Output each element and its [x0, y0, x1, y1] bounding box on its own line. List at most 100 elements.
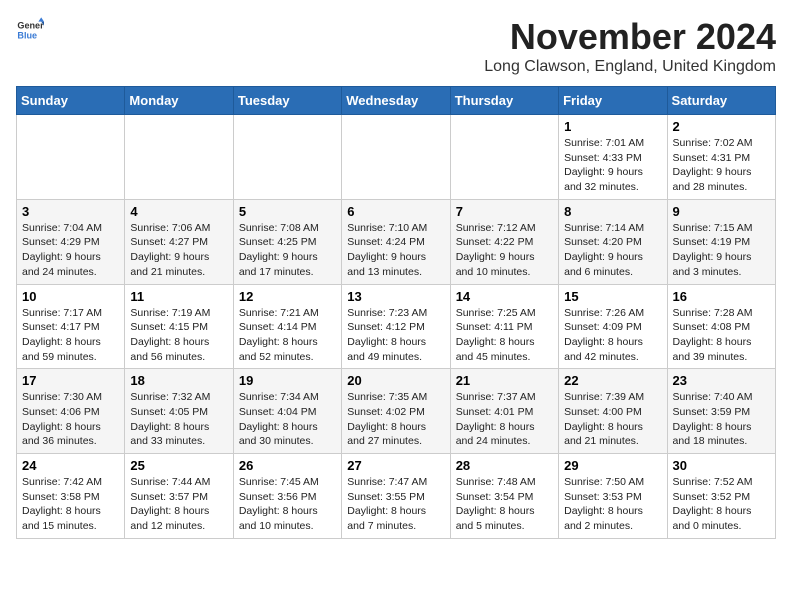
- day-info: Sunrise: 7:42 AM Sunset: 3:58 PM Dayligh…: [22, 475, 119, 534]
- week-row-5: 24 Sunrise: 7:42 AM Sunset: 3:58 PM Dayli…: [17, 454, 776, 539]
- day-number: 24: [22, 458, 119, 473]
- day-info: Sunrise: 7:21 AM Sunset: 4:14 PM Dayligh…: [239, 306, 336, 365]
- day-number: 30: [673, 458, 770, 473]
- day-number: 12: [239, 289, 336, 304]
- day-number: 9: [673, 204, 770, 219]
- calendar-cell: 29 Sunrise: 7:50 AM Sunset: 3:53 PM Dayli…: [559, 454, 667, 539]
- week-row-2: 3 Sunrise: 7:04 AM Sunset: 4:29 PM Daylig…: [17, 199, 776, 284]
- weekday-header-friday: Friday: [559, 87, 667, 115]
- weekday-header-row: SundayMondayTuesdayWednesdayThursdayFrid…: [17, 87, 776, 115]
- day-info: Sunrise: 7:32 AM Sunset: 4:05 PM Dayligh…: [130, 390, 227, 449]
- day-number: 20: [347, 373, 444, 388]
- day-number: 18: [130, 373, 227, 388]
- svg-text:Blue: Blue: [17, 30, 37, 40]
- day-number: 23: [673, 373, 770, 388]
- day-number: 10: [22, 289, 119, 304]
- calendar-cell: 17 Sunrise: 7:30 AM Sunset: 4:06 PM Dayli…: [17, 369, 125, 454]
- calendar-cell: 30 Sunrise: 7:52 AM Sunset: 3:52 PM Dayli…: [667, 454, 775, 539]
- day-number: 28: [456, 458, 553, 473]
- day-info: Sunrise: 7:10 AM Sunset: 4:24 PM Dayligh…: [347, 221, 444, 280]
- day-number: 13: [347, 289, 444, 304]
- calendar-cell: 5Sunrise: 7:08 AM Sunset: 4:25 PM Daylig…: [233, 199, 341, 284]
- day-info: Sunrise: 7:17 AM Sunset: 4:17 PM Dayligh…: [22, 306, 119, 365]
- day-number: 25: [130, 458, 227, 473]
- week-row-1: 1 Sunrise: 7:01 AM Sunset: 4:33 PM Daylig…: [17, 115, 776, 200]
- day-number: 21: [456, 373, 553, 388]
- day-info: Sunrise: 7:47 AM Sunset: 3:55 PM Dayligh…: [347, 475, 444, 534]
- day-info: Sunrise: 7:12 AM Sunset: 4:22 PM Dayligh…: [456, 221, 553, 280]
- calendar-cell: 22Sunrise: 7:39 AM Sunset: 4:00 PM Dayli…: [559, 369, 667, 454]
- calendar-cell: 27 Sunrise: 7:47 AM Sunset: 3:55 PM Dayli…: [342, 454, 450, 539]
- day-number: 2: [673, 119, 770, 134]
- calendar-cell: 18 Sunrise: 7:32 AM Sunset: 4:05 PM Dayli…: [125, 369, 233, 454]
- calendar-cell: 21Sunrise: 7:37 AM Sunset: 4:01 PM Dayli…: [450, 369, 558, 454]
- day-number: 6: [347, 204, 444, 219]
- day-info: Sunrise: 7:34 AM Sunset: 4:04 PM Dayligh…: [239, 390, 336, 449]
- calendar-cell: 7Sunrise: 7:12 AM Sunset: 4:22 PM Daylig…: [450, 199, 558, 284]
- calendar-cell: 9 Sunrise: 7:15 AM Sunset: 4:19 PM Daylig…: [667, 199, 775, 284]
- day-info: Sunrise: 7:45 AM Sunset: 3:56 PM Dayligh…: [239, 475, 336, 534]
- day-number: 19: [239, 373, 336, 388]
- day-info: Sunrise: 7:04 AM Sunset: 4:29 PM Dayligh…: [22, 221, 119, 280]
- calendar-cell: 19 Sunrise: 7:34 AM Sunset: 4:04 PM Dayli…: [233, 369, 341, 454]
- day-info: Sunrise: 7:48 AM Sunset: 3:54 PM Dayligh…: [456, 475, 553, 534]
- calendar-cell: 16Sunrise: 7:28 AM Sunset: 4:08 PM Dayli…: [667, 284, 775, 369]
- calendar-table: SundayMondayTuesdayWednesdayThursdayFrid…: [16, 86, 776, 539]
- day-number: 27: [347, 458, 444, 473]
- week-row-3: 10 Sunrise: 7:17 AM Sunset: 4:17 PM Dayli…: [17, 284, 776, 369]
- calendar-cell: 24 Sunrise: 7:42 AM Sunset: 3:58 PM Dayli…: [17, 454, 125, 539]
- weekday-header-sunday: Sunday: [17, 87, 125, 115]
- day-info: Sunrise: 7:14 AM Sunset: 4:20 PM Dayligh…: [564, 221, 661, 280]
- calendar-cell: 1 Sunrise: 7:01 AM Sunset: 4:33 PM Daylig…: [559, 115, 667, 200]
- day-info: Sunrise: 7:15 AM Sunset: 4:19 PM Dayligh…: [673, 221, 770, 280]
- calendar-cell: 25 Sunrise: 7:44 AM Sunset: 3:57 PM Dayli…: [125, 454, 233, 539]
- calendar-cell: [125, 115, 233, 200]
- day-number: 26: [239, 458, 336, 473]
- calendar-cell: 4Sunrise: 7:06 AM Sunset: 4:27 PM Daylig…: [125, 199, 233, 284]
- calendar-cell: 8Sunrise: 7:14 AM Sunset: 4:20 PM Daylig…: [559, 199, 667, 284]
- day-info: Sunrise: 7:26 AM Sunset: 4:09 PM Dayligh…: [564, 306, 661, 365]
- day-number: 22: [564, 373, 661, 388]
- day-number: 14: [456, 289, 553, 304]
- calendar-cell: 6 Sunrise: 7:10 AM Sunset: 4:24 PM Daylig…: [342, 199, 450, 284]
- calendar-cell: [17, 115, 125, 200]
- day-info: Sunrise: 7:19 AM Sunset: 4:15 PM Dayligh…: [130, 306, 227, 365]
- day-info: Sunrise: 7:52 AM Sunset: 3:52 PM Dayligh…: [673, 475, 770, 534]
- calendar-cell: 28 Sunrise: 7:48 AM Sunset: 3:54 PM Dayli…: [450, 454, 558, 539]
- weekday-header-wednesday: Wednesday: [342, 87, 450, 115]
- day-info: Sunrise: 7:50 AM Sunset: 3:53 PM Dayligh…: [564, 475, 661, 534]
- location-title: Long Clawson, England, United Kingdom: [484, 58, 776, 76]
- day-number: 5: [239, 204, 336, 219]
- calendar-cell: 23 Sunrise: 7:40 AM Sunset: 3:59 PM Dayli…: [667, 369, 775, 454]
- header: General Blue November 2024 Long Clawson,…: [16, 16, 776, 76]
- day-number: 1: [564, 119, 661, 134]
- calendar-cell: 2Sunrise: 7:02 AM Sunset: 4:31 PM Daylig…: [667, 115, 775, 200]
- weekday-header-tuesday: Tuesday: [233, 87, 341, 115]
- day-number: 11: [130, 289, 227, 304]
- calendar-cell: 3 Sunrise: 7:04 AM Sunset: 4:29 PM Daylig…: [17, 199, 125, 284]
- day-info: Sunrise: 7:28 AM Sunset: 4:08 PM Dayligh…: [673, 306, 770, 365]
- calendar-cell: 13Sunrise: 7:23 AM Sunset: 4:12 PM Dayli…: [342, 284, 450, 369]
- day-info: Sunrise: 7:25 AM Sunset: 4:11 PM Dayligh…: [456, 306, 553, 365]
- day-number: 3: [22, 204, 119, 219]
- day-number: 29: [564, 458, 661, 473]
- calendar-cell: [450, 115, 558, 200]
- logo-icon: General Blue: [16, 16, 44, 44]
- calendar-cell: [233, 115, 341, 200]
- day-info: Sunrise: 7:40 AM Sunset: 3:59 PM Dayligh…: [673, 390, 770, 449]
- weekday-header-thursday: Thursday: [450, 87, 558, 115]
- day-number: 17: [22, 373, 119, 388]
- svg-text:General: General: [17, 21, 44, 31]
- day-info: Sunrise: 7:30 AM Sunset: 4:06 PM Dayligh…: [22, 390, 119, 449]
- logo: General Blue: [16, 16, 44, 44]
- calendar-cell: 15 Sunrise: 7:26 AM Sunset: 4:09 PM Dayli…: [559, 284, 667, 369]
- calendar-cell: [342, 115, 450, 200]
- day-number: 15: [564, 289, 661, 304]
- month-title: November 2024: [484, 16, 776, 58]
- calendar-cell: 10 Sunrise: 7:17 AM Sunset: 4:17 PM Dayli…: [17, 284, 125, 369]
- day-info: Sunrise: 7:01 AM Sunset: 4:33 PM Dayligh…: [564, 136, 661, 195]
- day-info: Sunrise: 7:44 AM Sunset: 3:57 PM Dayligh…: [130, 475, 227, 534]
- weekday-header-monday: Monday: [125, 87, 233, 115]
- calendar-cell: 26 Sunrise: 7:45 AM Sunset: 3:56 PM Dayli…: [233, 454, 341, 539]
- day-number: 4: [130, 204, 227, 219]
